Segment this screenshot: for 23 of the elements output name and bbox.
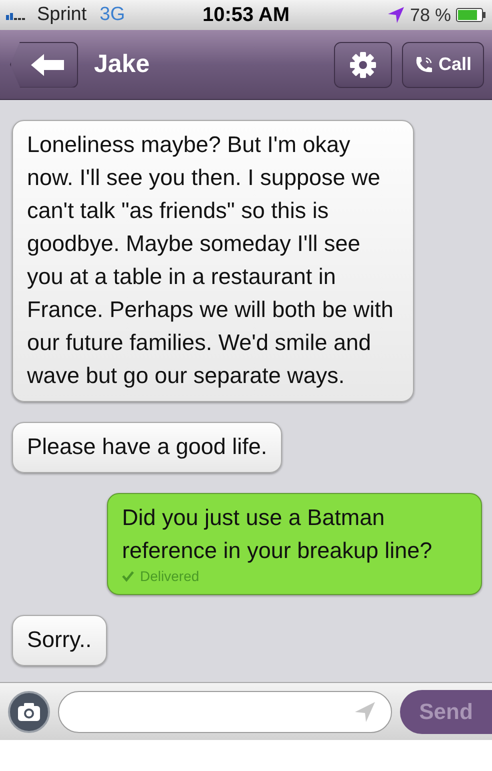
delivery-status: Delivered <box>140 567 200 585</box>
battery-icon <box>456 8 486 22</box>
message-text: Please have a good life. <box>27 433 268 461</box>
message-text: Loneliness maybe? But I'm okay now. I'll see you then. I suppose we can't talk "as friends" so this is goodbye. Maybe someday I'll see you at a table in a restaurant in France. Perhaps we will both be with our future families. We'd smile and wave but go our separate ways. <box>27 131 394 390</box>
location-icon <box>386 6 405 24</box>
message-text: Did you just use a Batman reference in your breakup line? <box>122 504 434 565</box>
camera-button[interactable] <box>8 690 50 732</box>
network-type: 3G <box>100 4 125 26</box>
location-icon <box>353 700 377 724</box>
call-button[interactable]: Call <box>402 42 484 88</box>
settings-button[interactable] <box>334 42 392 88</box>
battery-percent: 78 % <box>410 4 451 26</box>
settings-icon <box>349 50 377 78</box>
clock: 10:53 AM <box>202 4 290 26</box>
contact-name: Jake <box>94 50 151 79</box>
message-text: Sorry.. <box>27 626 92 654</box>
camera-icon <box>17 702 41 722</box>
back-button[interactable] <box>10 42 78 88</box>
back-arrow-icon <box>30 52 66 76</box>
check-icon <box>122 570 134 582</box>
message-input[interactable] <box>58 690 392 732</box>
phone-icon <box>414 54 434 74</box>
carrier-name: Sprint <box>37 4 87 26</box>
